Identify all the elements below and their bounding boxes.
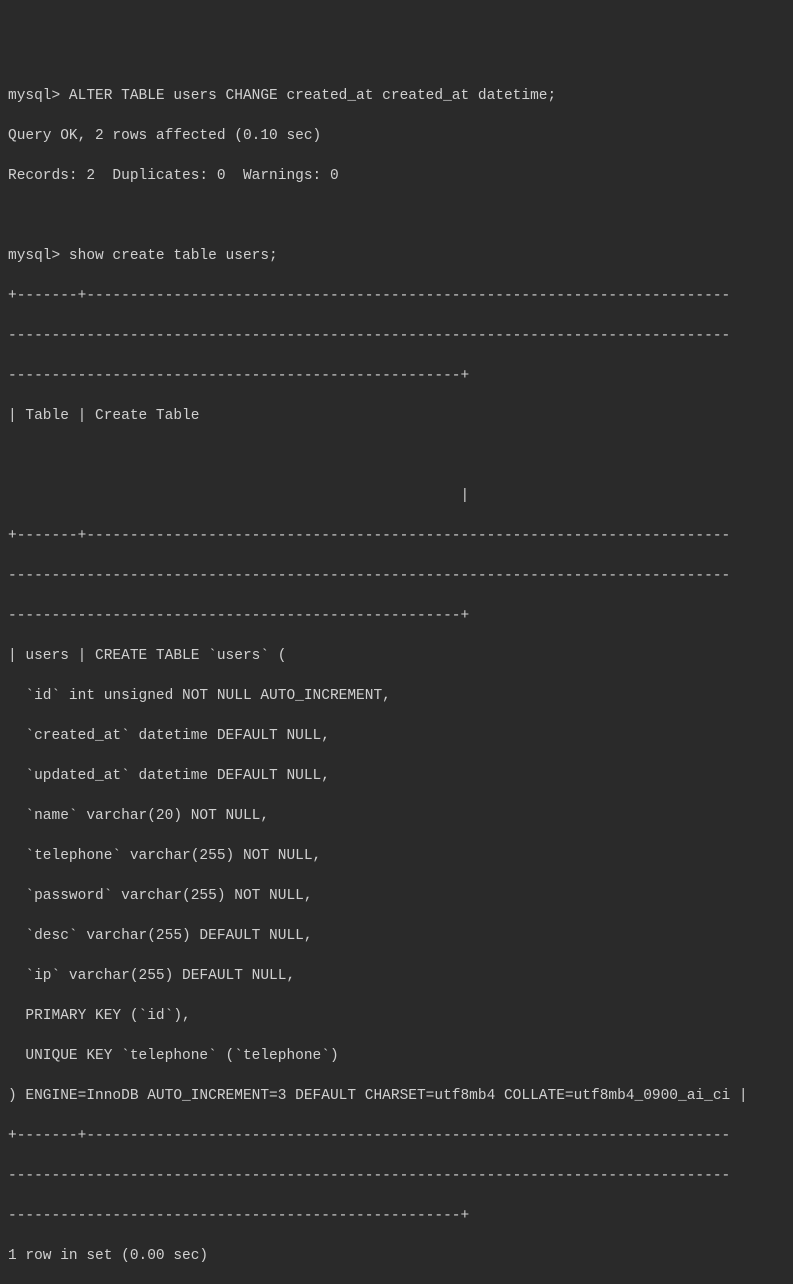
terminal-line: `desc` varchar(255) DEFAULT NULL, xyxy=(8,926,785,946)
terminal-line: ----------------------------------------… xyxy=(8,326,785,346)
terminal-line: ) ENGINE=InnoDB AUTO_INCREMENT=3 DEFAULT… xyxy=(8,1086,785,1106)
terminal-line: Query OK, 2 rows affected (0.10 sec) xyxy=(8,126,785,146)
terminal-line: | Table | Create Table xyxy=(8,406,785,426)
terminal-line: `created_at` datetime DEFAULT NULL, xyxy=(8,726,785,746)
terminal-line: +-------+-------------------------------… xyxy=(8,1126,785,1146)
terminal-line: ----------------------------------------… xyxy=(8,566,785,586)
terminal-line: UNIQUE KEY `telephone` (`telephone`) xyxy=(8,1046,785,1066)
terminal-line: | xyxy=(8,486,785,506)
terminal-line xyxy=(8,446,785,466)
terminal-line: mysql> ALTER TABLE users CHANGE created_… xyxy=(8,86,785,106)
terminal-line: PRIMARY KEY (`id`), xyxy=(8,1006,785,1026)
terminal-line: ----------------------------------------… xyxy=(8,1206,785,1226)
terminal-line: `id` int unsigned NOT NULL AUTO_INCREMEN… xyxy=(8,686,785,706)
terminal-line: `telephone` varchar(255) NOT NULL, xyxy=(8,846,785,866)
terminal-line: +-------+-------------------------------… xyxy=(8,286,785,306)
terminal-line xyxy=(8,206,785,226)
terminal-line: `updated_at` datetime DEFAULT NULL, xyxy=(8,766,785,786)
terminal-line: `password` varchar(255) NOT NULL, xyxy=(8,886,785,906)
terminal-line: +-------+-------------------------------… xyxy=(8,526,785,546)
terminal-line: 1 row in set (0.00 sec) xyxy=(8,1246,785,1266)
terminal-line: `name` varchar(20) NOT NULL, xyxy=(8,806,785,826)
terminal-line: ----------------------------------------… xyxy=(8,1166,785,1186)
terminal-line: Records: 2 Duplicates: 0 Warnings: 0 xyxy=(8,166,785,186)
terminal-line: | users | CREATE TABLE `users` ( xyxy=(8,646,785,666)
terminal-line: ----------------------------------------… xyxy=(8,366,785,386)
terminal-line: ----------------------------------------… xyxy=(8,606,785,626)
terminal-line: mysql> show create table users; xyxy=(8,246,785,266)
terminal-line: `ip` varchar(255) DEFAULT NULL, xyxy=(8,966,785,986)
